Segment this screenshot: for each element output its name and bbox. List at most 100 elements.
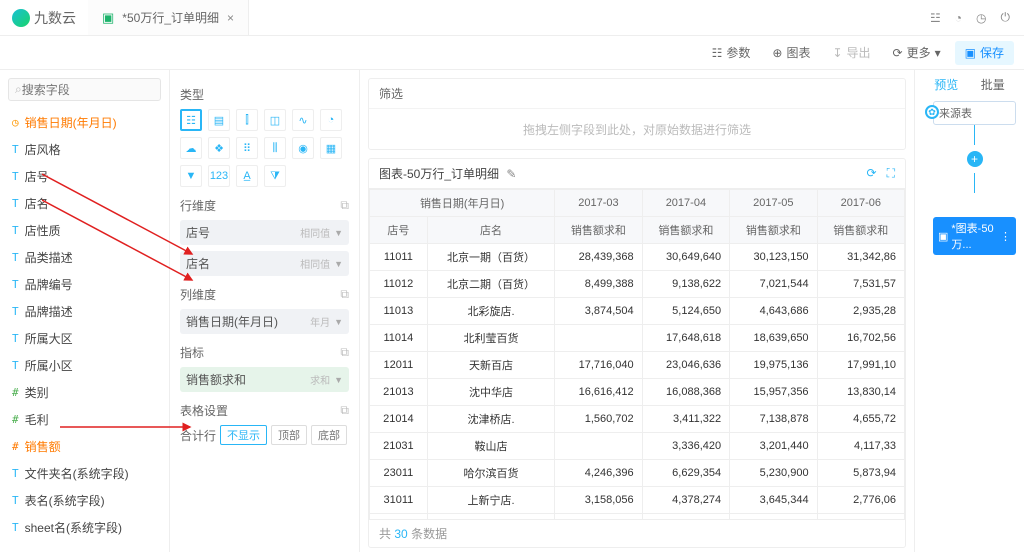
table-row[interactable]: 12011天新百店17,716,04023,046,63619,975,1361… — [370, 352, 905, 379]
field-item[interactable]: T店性质 — [0, 217, 169, 244]
table-row[interactable]: 11012北京二期（百货）8,499,3889,138,6227,021,544… — [370, 271, 905, 298]
flow-chart-node[interactable]: ▣ *图表-50万... ⋮ — [933, 217, 1016, 255]
table-row[interactable]: 21013沈中华店16,616,41216,088,36815,957,3561… — [370, 379, 905, 406]
search-input[interactable] — [22, 83, 154, 97]
flow-source-node[interactable]: ✿ 来源表 — [933, 101, 1016, 125]
flow-tab-preview[interactable]: 预览 — [934, 76, 958, 93]
more-icon[interactable]: ⋮ — [1000, 230, 1011, 243]
logo-icon — [12, 9, 30, 27]
type-pivot-table[interactable]: ▤ — [208, 109, 230, 131]
type-map[interactable]: ❖ — [208, 137, 230, 159]
field-item[interactable]: Tsheet名(系统字段) — [0, 514, 169, 541]
copy-icon[interactable]: ⧉ — [340, 403, 349, 418]
field-label: 所属大区 — [25, 330, 73, 347]
bell-icon[interactable]: ◔ — [955, 11, 962, 25]
field-label: 店性质 — [25, 222, 61, 239]
field-item[interactable]: T 所属小区 — [0, 352, 169, 379]
expand-icon[interactable]: ⛶ — [887, 166, 895, 181]
chevron-down-icon[interactable]: ▼ — [334, 259, 343, 269]
dimension-chip[interactable]: 店名相同值▼ — [180, 251, 349, 276]
total-bottom[interactable]: 底部 — [311, 425, 347, 445]
table-row[interactable]: 11011北京一期（百货）28,439,36830,649,64030,123,… — [370, 244, 905, 271]
table-footer: 共 30 条数据 — [369, 519, 905, 547]
search-box[interactable]: ⌕ — [8, 78, 161, 101]
filter-dropzone[interactable]: 拖拽左侧字段到此处，对原始数据进行筛选 — [369, 109, 905, 149]
doc-icon: ▣ — [102, 10, 114, 26]
field-item[interactable]: T品类描述 — [0, 244, 169, 271]
type-title: 类型 — [180, 86, 204, 103]
document-tab[interactable]: ▣ *50万行_订单明细 × — [88, 0, 249, 35]
type-grouped-table[interactable]: ☷ — [180, 109, 202, 131]
flow-tab-batch[interactable]: 批量 — [981, 76, 1005, 93]
dimension-chip[interactable]: 销售额求和求和▼ — [180, 367, 349, 392]
field-label: 文件夹名(系统字段) — [25, 465, 129, 482]
type-pie[interactable]: ◔ — [320, 109, 342, 131]
close-icon[interactable]: × — [227, 11, 234, 25]
type-cloud[interactable]: ☁ — [180, 137, 202, 159]
date-icon: ◷ — [12, 116, 19, 129]
copy-icon[interactable]: ⧉ — [340, 287, 349, 302]
total-none[interactable]: 不显示 — [220, 425, 267, 445]
type-gauge[interactable]: ◉ — [292, 137, 314, 159]
field-item[interactable]: T品牌编号 — [0, 271, 169, 298]
chevron-down-icon[interactable]: ▼ — [334, 375, 343, 385]
dimension-chip[interactable]: 店号相同值▼ — [180, 220, 349, 245]
copy-icon[interactable]: ⧉ — [340, 198, 349, 213]
list-icon[interactable]: ☳ — [930, 11, 941, 25]
text-icon: T — [12, 521, 19, 534]
dimension-chip[interactable]: 销售日期(年月日)年月▼ — [180, 309, 349, 334]
type-bar[interactable]: ⫿ — [236, 109, 258, 131]
params-button[interactable]: ☷参数 — [704, 41, 759, 65]
chip-sub: 相同值 — [300, 225, 330, 240]
edit-icon[interactable]: ✎ — [506, 167, 516, 181]
chevron-down-icon[interactable]: ▼ — [334, 228, 343, 238]
save-icon: ▣ — [965, 46, 976, 60]
table-row[interactable]: 21031鞍山店3,336,4203,201,4404,117,33 — [370, 433, 905, 460]
field-item[interactable]: #类别 — [0, 379, 169, 406]
chip-label: 店名 — [186, 255, 210, 272]
field-item[interactable]: #销售额 — [0, 433, 169, 460]
table-row[interactable]: 11014北利莹百货17,648,61818,639,65016,702,56 — [370, 325, 905, 352]
field-item[interactable]: T店风格 — [0, 136, 169, 163]
field-label: 店风格 — [25, 141, 61, 158]
chevron-down-icon[interactable]: ▼ — [334, 317, 343, 327]
export-button[interactable]: ↧导出 — [824, 41, 878, 65]
table-row[interactable]: 11013北彩旋店.3,874,5045,124,6504,643,6862,9… — [370, 298, 905, 325]
field-item[interactable]: ◷销售日期(年月日) — [0, 109, 169, 136]
type-stacked-bar[interactable]: ◫ — [264, 109, 286, 131]
field-item[interactable]: T品牌描述 — [0, 298, 169, 325]
metric-title: 指标 — [180, 344, 204, 361]
user-icon[interactable]: ⏻ — [1001, 10, 1011, 25]
type-matrix[interactable]: ▦ — [320, 137, 342, 159]
type-funnel2[interactable]: ⧩ — [264, 165, 286, 187]
table-row[interactable]: 23011哈尔滨百货4,246,3966,629,3545,230,9005,8… — [370, 460, 905, 487]
text-icon: T — [12, 359, 19, 372]
chart-button[interactable]: ⊕图表 — [764, 41, 818, 65]
field-item[interactable]: T店号 — [0, 163, 169, 190]
field-item[interactable]: T表名(系统字段) — [0, 487, 169, 514]
save-button[interactable]: ▣保存 — [955, 41, 1014, 65]
table-row[interactable]: 31011上新宁店.3,158,0564,378,2743,645,3442,7… — [370, 487, 905, 514]
table-row[interactable]: 21014沈津桥店.1,560,7023,411,3227,138,8784,6… — [370, 406, 905, 433]
more-button[interactable]: ⟳更多▾ — [885, 41, 949, 65]
type-line[interactable]: ∿ — [292, 109, 314, 131]
field-item[interactable]: T店名 — [0, 190, 169, 217]
field-item[interactable]: T所属大区 — [0, 325, 169, 352]
clock-icon[interactable]: ◷ — [976, 11, 986, 25]
type-text[interactable]: A̲ — [236, 165, 258, 187]
refresh-icon[interactable]: ⟳ — [867, 166, 877, 181]
gear-icon: ✿ — [925, 105, 939, 119]
flow-add-step[interactable]: + — [967, 151, 983, 167]
copy-icon[interactable]: ⧉ — [340, 345, 349, 360]
field-label: 所属小区 — [25, 357, 73, 374]
total-top[interactable]: 顶部 — [271, 425, 307, 445]
type-scatter[interactable]: ⠿ — [236, 137, 258, 159]
field-label: 店名 — [25, 195, 49, 212]
type-kpi[interactable]: 123 — [208, 165, 230, 187]
type-funnel[interactable]: ▼ — [180, 165, 202, 187]
chevron-down-icon: ▾ — [935, 46, 941, 60]
field-item[interactable]: T文件夹名(系统字段) — [0, 460, 169, 487]
field-item[interactable]: #毛利 — [0, 406, 169, 433]
field-label: 品类描述 — [25, 249, 73, 266]
type-combo[interactable]: ⫼ — [264, 137, 286, 159]
